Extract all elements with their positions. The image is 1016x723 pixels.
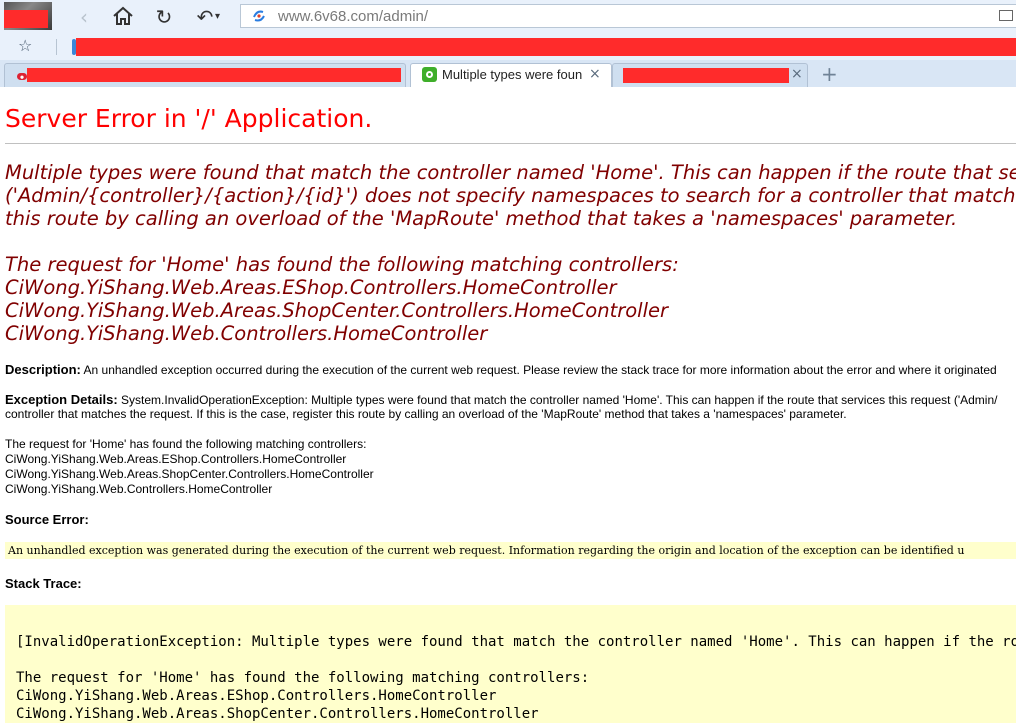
divider [56,39,57,55]
page-title: Server Error in '/' Application. [5,104,373,133]
error-message-line: Multiple types were found that match the… [5,161,1016,184]
controller-item-small: CiWong.YiShang.Web.Controllers.HomeContr… [5,482,273,496]
controller-item: CiWong.YiShang.Web.Areas.ShopCenter.Cont… [5,299,669,322]
tab[interactable]: × [612,63,808,87]
tab-title: Multiple types were foun [442,67,583,82]
back-icon[interactable]: ‹ [72,6,96,28]
redaction-block [4,10,48,28]
exception-text: controller that matches the request. If … [5,407,847,421]
page-content: Server Error in '/' Application. Multipl… [0,87,1016,723]
mail-icon[interactable] [999,10,1013,21]
stack-trace-line: CiWong.YiShang.Web.Areas.ShopCenter.Cont… [16,706,539,722]
tab-strip: Multiple types were foun × × [0,60,1016,87]
undo-dropdown-icon[interactable]: ▾ [215,11,220,22]
description-label: Description: [5,362,81,377]
exception-label: Exception Details: [5,392,118,407]
tab-favicon-icon [17,73,27,80]
redaction-block [27,68,401,82]
bookmarks-bar: ☆ [0,34,1016,60]
stack-trace-line: [InvalidOperationException: Multiple typ… [16,634,1016,650]
controller-item-small: CiWong.YiShang.Web.Areas.ShopCenter.Cont… [5,467,374,481]
reload-icon[interactable]: ↻ [152,6,176,28]
stack-trace-box: [InvalidOperationException: Multiple typ… [5,605,1016,723]
home-icon[interactable] [111,6,135,28]
description-text: An unhandled exception occurred during t… [83,363,997,377]
source-error-box: An unhandled exception was generated dur… [5,542,1016,559]
tab-active[interactable]: Multiple types were foun × [410,63,612,87]
undo-icon[interactable]: ↶ [193,6,217,28]
exception-text: System.InvalidOperationException: Multip… [121,393,998,407]
close-icon[interactable]: × [791,66,803,82]
url-text[interactable]: www.6v68.com/admin/ [278,8,428,25]
stack-trace-label: Stack Trace: [5,576,82,591]
stack-trace-line: CiWong.YiShang.Web.Areas.EShop.Controlle… [16,688,497,704]
redaction-block [76,38,1016,56]
controller-item-small: CiWong.YiShang.Web.Areas.EShop.Controlle… [5,452,347,466]
error-message-line: this route by calling an overload of the… [5,207,958,230]
error-message-line: ('Admin/{controller}/{action}/{id}') doe… [5,184,1016,207]
divider [5,143,1016,144]
tab[interactable] [4,63,406,87]
tab-favicon-icon [422,67,437,82]
controllers-heading-small: The request for 'Home' has found the fol… [5,437,367,451]
controller-item: CiWong.YiShang.Web.Controllers.HomeContr… [5,322,488,345]
home-icon-svg [113,6,133,25]
controllers-heading: The request for 'Home' has found the fol… [5,253,679,276]
browser-toolbar: ‹ ↻ ↶ ▾ www.6v68.com/admin/ [0,0,1016,34]
star-icon[interactable]: ☆ [18,36,32,55]
source-error-text: An unhandled exception was generated dur… [8,544,965,557]
controller-item: CiWong.YiShang.Web.Areas.EShop.Controlle… [5,276,617,299]
description-section: Description: An unhandled exception occu… [5,362,997,377]
address-bar[interactable]: www.6v68.com/admin/ [240,4,1016,28]
new-tab-button[interactable]: + [821,62,838,86]
close-icon[interactable]: × [589,66,601,82]
redaction-block [623,68,789,83]
source-error-label: Source Error: [5,512,89,527]
exception-details-section: Exception Details: System.InvalidOperati… [5,392,997,407]
stack-trace-line: The request for 'Home' has found the fol… [16,670,590,686]
site-security-icon [253,10,265,22]
